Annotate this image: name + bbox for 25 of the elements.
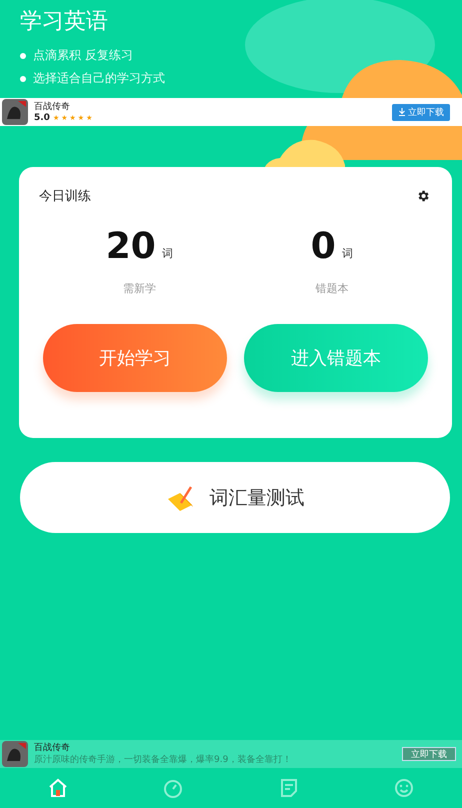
- mistakes-button[interactable]: 进入错题本: [244, 324, 428, 392]
- bullet-dot: [20, 76, 26, 82]
- card-title: 今日训练: [39, 188, 91, 205]
- stat-label: 错题本: [315, 281, 348, 296]
- stat-unit: 词: [162, 246, 173, 261]
- download-button[interactable]: 立即下载: [392, 104, 450, 120]
- page-title: 学习英语: [20, 8, 109, 36]
- app-icon: [2, 741, 28, 767]
- start-button[interactable]: 开始学习: [43, 324, 227, 392]
- ad-title: 百战传奇: [34, 101, 71, 113]
- ad-description: 原汁原味的传奇手游，一切装备全靠爆，爆率9.9，装备全靠打！: [34, 754, 292, 766]
- bullet-dot: [20, 52, 26, 58]
- bullet-text: 选择适合自己的学习方式: [33, 70, 165, 87]
- vocab-test-button[interactable]: 词汇量测试: [20, 462, 450, 533]
- stat-value: 0: [310, 227, 336, 267]
- download-button[interactable]: 立即下载: [402, 747, 456, 761]
- stat-unit: 词: [342, 246, 353, 261]
- download-icon: [398, 108, 406, 116]
- settings-icon[interactable]: [416, 189, 430, 203]
- app-icon: [2, 99, 28, 125]
- bullet-text: 点滴累积 反复练习: [33, 47, 133, 64]
- ad-title: 百战传奇: [34, 742, 71, 754]
- stat-value: 20: [106, 227, 156, 267]
- rating-text: 5.0: [34, 113, 50, 123]
- stat-label: 需新学: [122, 281, 156, 296]
